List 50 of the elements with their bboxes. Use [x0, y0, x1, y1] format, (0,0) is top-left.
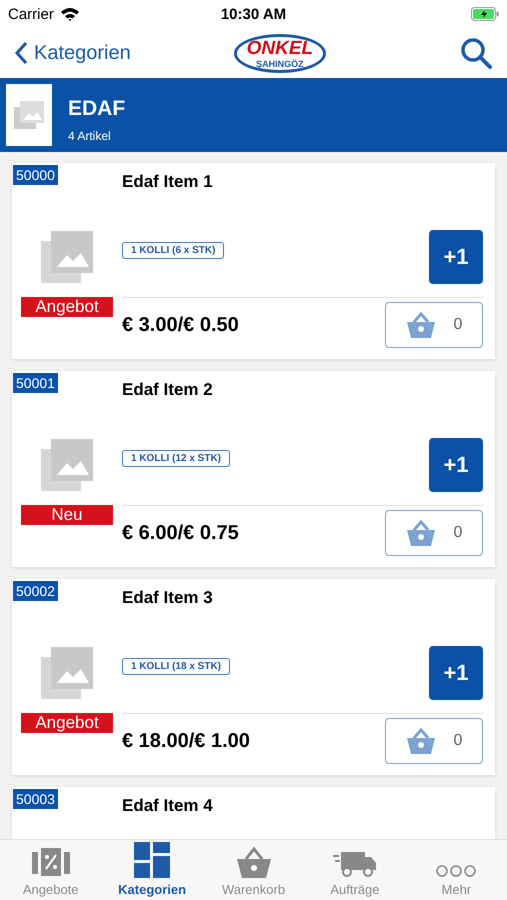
wifi-icon	[60, 7, 80, 21]
basket-icon	[406, 728, 436, 754]
product-code: 50001	[13, 373, 58, 393]
article-count: 4 Artikel	[68, 129, 112, 143]
tab-item[interactable]: Mehr	[406, 840, 507, 900]
percent-tag-icon	[32, 846, 70, 878]
product-code: 50002	[13, 581, 58, 601]
carrier-label: Carrier	[8, 6, 54, 22]
product-tag: Neu	[21, 505, 113, 525]
pack-size-label: 1 KOLLI (18 x STK)	[122, 658, 230, 675]
tiles-icon	[134, 842, 170, 878]
product-name: Edaf Item 1	[122, 172, 214, 193]
pack-size-label: 1 KOLLI (6 x STK)	[122, 242, 224, 259]
cart-quantity-field[interactable]: 0	[385, 302, 483, 348]
image-placeholder-icon	[41, 231, 93, 283]
basket-icon	[406, 312, 436, 338]
search-icon[interactable]	[459, 36, 493, 70]
image-placeholder-icon	[41, 439, 93, 491]
product-name: Edaf Item 4	[122, 796, 214, 817]
product-code: 50003	[13, 789, 58, 809]
category-title: EDAF	[68, 97, 126, 121]
basket-icon	[406, 520, 436, 546]
cart-quantity-field[interactable]: 0	[385, 718, 483, 764]
category-thumbnail	[6, 84, 52, 146]
product-price: € 18.00/€ 1.00	[122, 730, 250, 752]
product-price: € 3.00/€ 0.50	[122, 314, 239, 336]
back-chevron-icon	[14, 41, 28, 65]
back-button[interactable]: Kategorien	[14, 41, 131, 65]
add-one-button[interactable]: +1	[429, 230, 483, 284]
product-code: 50000	[13, 165, 58, 185]
more-icon	[436, 864, 476, 878]
cart-quantity-field[interactable]: 0	[385, 510, 483, 556]
add-one-button[interactable]: +1	[429, 646, 483, 700]
clock-time: 10:30 AM	[220, 6, 286, 22]
product-tag: Angebot	[21, 297, 113, 317]
tab-item[interactable]: Aufträge	[304, 840, 406, 900]
product-price: € 6.00/€ 0.75	[122, 522, 239, 544]
pack-size-label: 1 KOLLI (12 x STK)	[122, 450, 230, 467]
add-one-button[interactable]: +1	[429, 438, 483, 492]
product-name: Edaf Item 2	[122, 380, 214, 401]
product-tag: Angebot	[21, 713, 113, 733]
battery-icon	[471, 7, 499, 21]
brand-logo: ONKEL ŞAHINGÖZ	[234, 34, 326, 72]
product-name: Edaf Item 3	[122, 588, 214, 609]
image-placeholder-icon	[41, 647, 93, 699]
basket-icon	[236, 846, 272, 878]
tab-item[interactable]: Angebote	[0, 840, 102, 900]
tab-item[interactable]: Warenkorb	[202, 840, 304, 900]
tab-item[interactable]: Kategorien	[101, 840, 203, 900]
truck-icon	[332, 850, 377, 878]
